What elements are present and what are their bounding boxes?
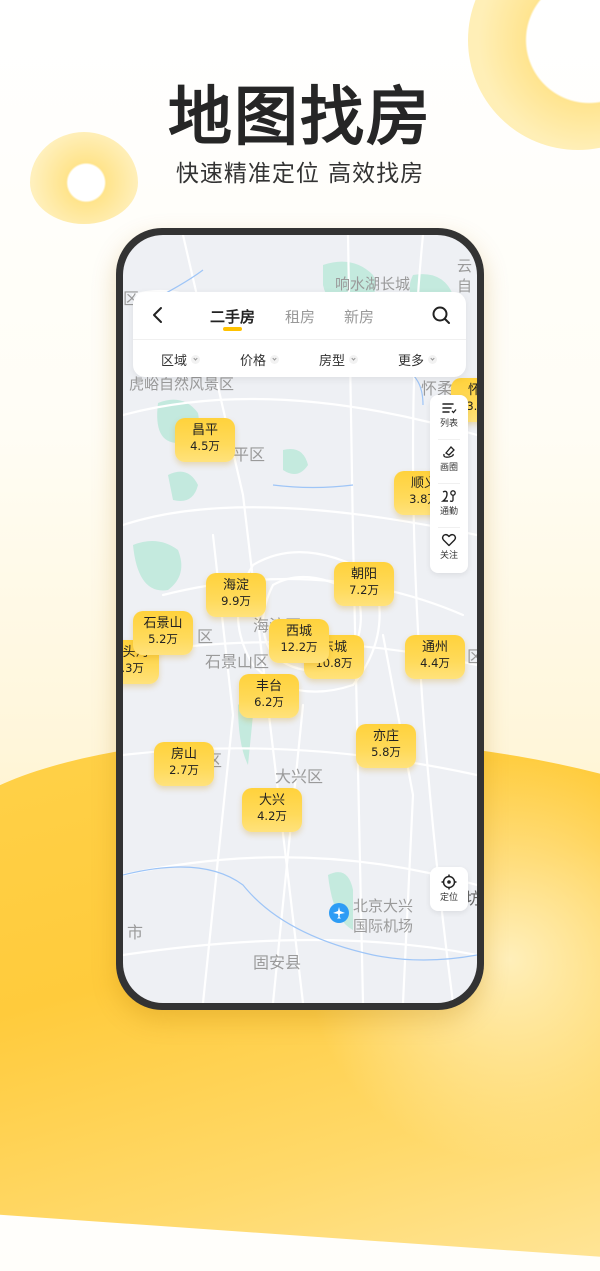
chevron-down-icon [270,355,280,364]
draw-circle-button[interactable]: 画圈 [430,439,468,483]
map-label: 区 [467,647,477,666]
district-pin[interactable]: 通州 4.4万 [405,635,465,679]
district-pin[interactable]: 朝阳 7.2万 [334,562,394,606]
park-area [133,541,182,591]
river [272,484,354,489]
airport-icon [329,903,349,923]
filter-area[interactable]: 区域 [161,350,201,369]
tab-new-home[interactable]: 新房 [344,306,374,327]
map-tool-panel: 列表 画圈 通勤 关注 [430,395,468,573]
top-nav-card: 二手房 租房 新房 区域 价格 房型 更多 [133,292,466,377]
map-label: 平区 [233,445,266,464]
district-pin[interactable]: 大兴 4.2万 [242,788,302,832]
commute-button[interactable]: 通勤 [430,483,468,527]
commute-icon [441,490,456,502]
promo-subtitle: 快速精准定位 高效找房 [175,161,425,187]
follow-button[interactable]: 关注 [430,527,468,571]
park-area [283,449,308,474]
tab-bar: 二手房 租房 新房 [133,292,466,340]
filter-price[interactable]: 价格 [240,350,280,369]
active-tab-indicator [223,327,242,331]
map-label: 国际机场 [353,917,414,935]
district-pin[interactable]: 昌平 4.5万 [175,418,235,462]
map-label: 石景山区 [205,652,270,671]
filter-more[interactable]: 更多 [398,350,438,369]
promo-title: 地图找房 [168,81,432,155]
map-label: 固安县 [253,953,302,972]
list-icon [442,403,457,414]
locate-button[interactable]: 定位 [430,867,468,911]
draw-circle-icon [443,446,455,458]
chevron-down-icon [191,355,201,364]
road [381,633,415,1003]
chevron-down-icon [349,355,359,364]
filter-room-type[interactable]: 房型 [319,350,359,369]
district-pin[interactable]: 丰台 6.2万 [239,674,299,718]
tab-second-hand[interactable]: 二手房 [210,306,255,327]
map-label: 响水湖长城 [335,275,411,293]
heart-icon [441,533,457,547]
district-pin[interactable]: 房山 2.7万 [154,742,214,786]
map-label: 大兴区 [275,767,324,786]
park-area [168,471,198,501]
map-label: 区 [197,627,214,646]
locate-icon [441,874,457,890]
district-pin[interactable]: 亦庄 5.8万 [356,724,416,768]
district-pin[interactable]: 西城 12.2万 [269,619,329,663]
phone-frame: 响水湖长城 虎峪自然风景区 怀柔 平区 海淀区 石景山区 大兴区 北京大兴 国际… [116,228,484,1010]
map-label: 云 [457,257,473,275]
list-view-button[interactable]: 列表 [430,395,468,439]
map-label: 北京大兴 [353,897,414,915]
district-pin[interactable]: 石景山 5.2万 [133,611,193,655]
chevron-left-icon[interactable] [147,304,169,326]
map-label: 市 [127,923,144,942]
road [123,856,477,887]
district-pin[interactable]: 海淀 9.9万 [206,573,266,617]
chevron-down-icon [428,355,438,364]
map-screen[interactable]: 响水湖长城 虎峪自然风景区 怀柔 平区 海淀区 石景山区 大兴区 北京大兴 国际… [123,235,477,1003]
tab-rent[interactable]: 租房 [285,306,315,327]
search-icon[interactable] [430,304,452,326]
